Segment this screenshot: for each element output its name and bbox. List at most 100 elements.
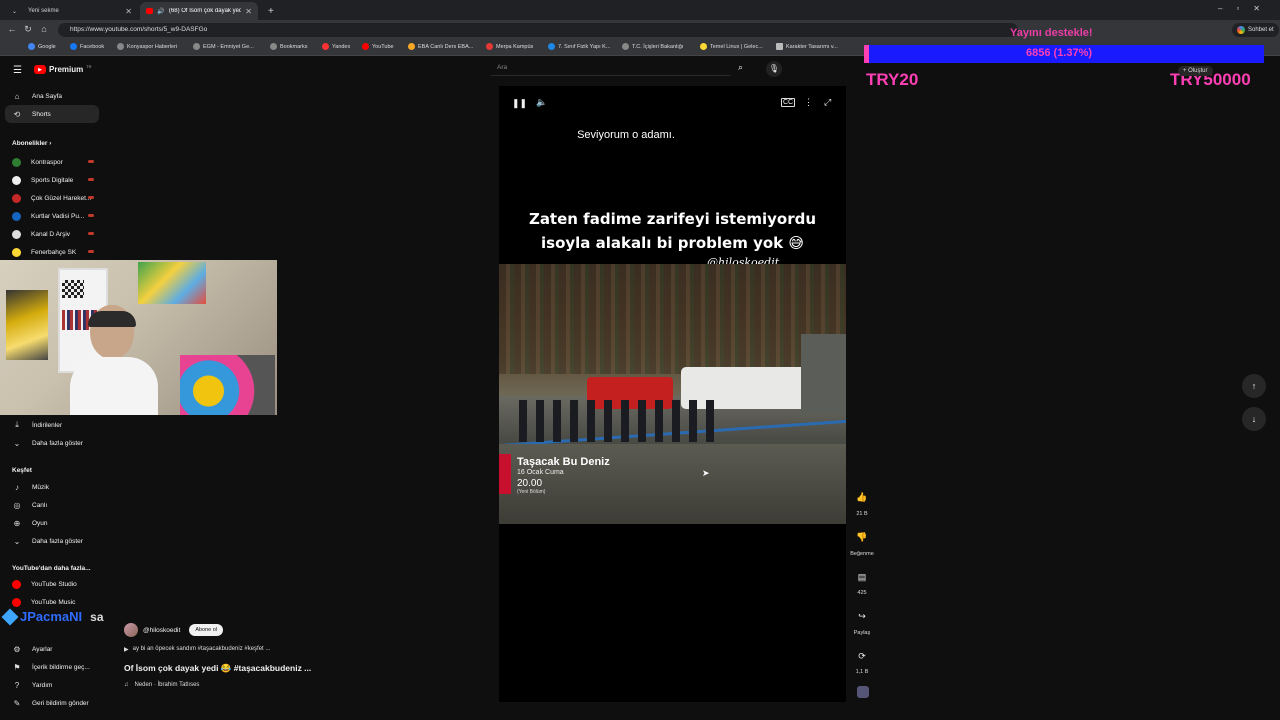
sidebar-item-report[interactable]: ⚑ İçerik bildirme geç... (0, 658, 98, 676)
thumbs-down-icon: 👎 (856, 531, 868, 542)
bookmark-egm[interactable]: EGM - Emniyet Ge... (193, 43, 254, 50)
back-icon[interactable]: ← (6, 24, 18, 34)
headset (88, 311, 136, 327)
fullscreen-icon[interactable]: ⤢ (824, 97, 831, 108)
new-tab-button[interactable]: + (262, 2, 276, 20)
sidebar-item-shorts[interactable]: ⟲ Shorts (5, 105, 99, 123)
sidebar-item-label: Ana Sayfa (32, 92, 62, 100)
tab-new[interactable]: Yeni sekme ✕ (22, 2, 138, 20)
sidebar-item-help[interactable]: ? Yardım (0, 676, 98, 694)
avatar[interactable] (124, 623, 138, 637)
music-note-icon: ♫ (124, 682, 129, 688)
bookmark-google[interactable]: Google (28, 43, 56, 50)
bookmark-eba[interactable]: EBA Canlı Ders EBA... (408, 43, 473, 50)
sidebar-item-label: Kurtlar Vadisi Pu... (31, 212, 85, 220)
avatar (12, 229, 21, 239)
sidebar-item-feedback[interactable]: ✎ Geri bildirim gönder (0, 694, 98, 712)
live-indicator (88, 160, 94, 163)
window-controls[interactable]: –▫✕ (1218, 4, 1274, 13)
bookmark-icisleri[interactable]: T.C. İçişleri Bakanlığı (622, 43, 683, 50)
bookmark-karakter[interactable]: Karakter Tasarımı v... (776, 43, 838, 50)
sidebar-sub-fenerbahce[interactable]: Fenerbahçe SK (0, 243, 98, 261)
avatar (12, 175, 21, 185)
url-field[interactable]: https://www.youtube.com/shorts/5_w9-DASF… (58, 23, 1018, 37)
google-icon (28, 43, 35, 50)
logo-country: TR (86, 64, 92, 69)
play-small-icon: ▶ (124, 647, 129, 653)
sidebar-sub-sports-digitale[interactable]: Sports Digitale (0, 171, 98, 189)
sidebar-item-label: Geri bildirim gönder (32, 699, 89, 707)
sidebar-item-home[interactable]: ⌂ Ana Sayfa (0, 87, 98, 105)
share-label: Paylaş (853, 630, 871, 636)
captions-icon[interactable]: CC (781, 98, 796, 107)
bookmark-yandex[interactable]: Yandex (322, 43, 350, 50)
remix-button[interactable]: ⟳ (850, 644, 874, 668)
audio-thumbnail[interactable] (857, 686, 869, 698)
show-more-button[interactable]: ⌄ Daha fazla göster (0, 434, 98, 452)
youtube-logo[interactable]: ▶ Premium TR (34, 64, 92, 74)
sidebar-item-gaming[interactable]: ⊕ Oyun (0, 514, 98, 532)
comments-button[interactable]: ▤ (850, 565, 874, 589)
globe-icon (270, 43, 277, 50)
like-button[interactable]: 👍 (850, 485, 874, 509)
close-icon[interactable]: ✕ (125, 7, 132, 16)
sidebar-sub-kontraspor[interactable]: Kontraspor (0, 153, 98, 171)
chevron-right-icon: › (49, 140, 52, 147)
tab-youtube[interactable]: 🔊 (68) Of İsom çok dayak yedi ✕ (140, 2, 258, 20)
sidebar-item-settings[interactable]: ⚙ Ayarlar (0, 640, 98, 658)
bookmark-label: EGM - Emniyet Ge... (203, 43, 254, 50)
shorts-player[interactable]: ❚❚ 🔈 CC ⋮ ⤢ Seviyorum o adamı. Zaten fad… (499, 86, 846, 702)
chat-button[interactable]: Sohbet et (1232, 23, 1279, 37)
bookmark-linux[interactable]: Temel Linux | Gelec... (700, 43, 763, 50)
logo-text: Premium (49, 65, 84, 74)
dislike-button[interactable]: 👎 (850, 525, 874, 549)
wall-painting (6, 290, 48, 360)
show-more-button[interactable]: ⌄ Daha fazla göster (0, 532, 98, 550)
share-icon: ↪ (858, 610, 866, 621)
music-row[interactable]: ♫ Neden · İbrahim Tatlıses (124, 682, 199, 688)
next-short-button[interactable]: ↓ (1242, 407, 1266, 431)
bookmark-merpa[interactable]: Merpa Kampüs (486, 43, 533, 50)
description-row[interactable]: ▶ ay bi an öpecek sandım #taşacakbudeniz … (124, 646, 270, 653)
pause-icon[interactable]: ❚❚ (512, 98, 527, 109)
speaker-icon: 🔊 (157, 8, 165, 15)
sidebar-sub-kanal-d[interactable]: Kanal D Arşiv (0, 225, 98, 243)
reload-icon[interactable]: ↻ (22, 24, 34, 35)
live-indicator (88, 232, 94, 235)
volume-icon[interactable]: 🔈 (536, 97, 547, 108)
play-logo-icon: ▶ (34, 65, 46, 74)
microphone-icon[interactable]: 🎙 (766, 61, 782, 77)
subscribe-button[interactable]: Abone ol (189, 624, 224, 636)
bookmark-konyaspor[interactable]: Konyaspor Haberleri (117, 43, 177, 50)
sidebar-item-live[interactable]: ◎ Canlı (0, 496, 98, 514)
chevron-down-icon: ⌄ (13, 536, 21, 546)
menu-icon[interactable]: ☰ (13, 65, 22, 76)
previous-short-button[interactable]: ↑ (1242, 374, 1266, 398)
bookmark-bookmarks[interactable]: Bookmarks (270, 43, 308, 50)
thumbs-up-icon: 👍 (856, 491, 868, 502)
bookmark-fizik[interactable]: 7. Sınıf Fizik Yapı K... (548, 43, 610, 50)
eba-icon (408, 43, 415, 50)
tab-list-button[interactable]: ⌄ (6, 2, 18, 20)
sidebar-item-label: YouTube Studio (31, 580, 77, 588)
video-title[interactable]: Of İsom çok dayak yedi 😂 #taşacakbudeniz… (124, 663, 311, 674)
search-icon[interactable]: ⌕ (738, 62, 743, 73)
sidebar-sub-cok-guzel[interactable]: Çok Güzel Hareket... (0, 189, 98, 207)
share-button[interactable]: ↪ (850, 604, 874, 628)
close-icon[interactable]: ✕ (245, 7, 252, 16)
home-icon[interactable]: ⌂ (38, 24, 50, 34)
sidebar-item-studio[interactable]: YouTube Studio (0, 575, 98, 593)
bookmark-facebook[interactable]: Facebook (70, 43, 104, 50)
sidebar-item-downloads[interactable]: ⤓ İndirilenler (0, 416, 98, 434)
sidebar-item-music[interactable]: ♪ Müzik (0, 478, 98, 496)
subscriptions-header[interactable]: Abonelikler › (12, 140, 51, 147)
sidebar-sub-kurtlar-vadisi[interactable]: Kurtlar Vadisi Pu... (0, 207, 98, 225)
search-input[interactable]: Ara (491, 61, 731, 76)
merpa-icon (486, 43, 493, 50)
help-icon: ? (14, 680, 20, 690)
channel-name[interactable]: @hiloskoedit (143, 627, 180, 634)
create-button[interactable]: + Oluştur (1178, 66, 1213, 76)
sidebar-item-label: Kontraspor (31, 158, 63, 166)
more-options-icon[interactable]: ⋮ (804, 97, 813, 108)
bookmark-youtube[interactable]: YouTube (362, 43, 394, 50)
